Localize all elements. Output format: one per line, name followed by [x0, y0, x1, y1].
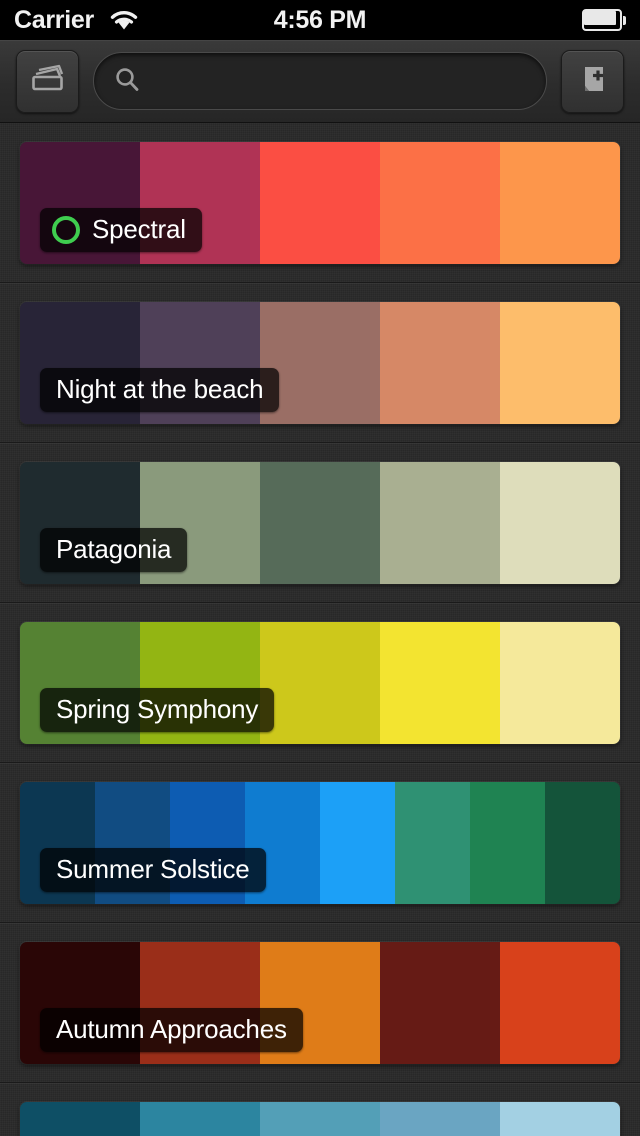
color-swatch[interactable] — [500, 941, 620, 1064]
palette-row[interactable] — [0, 1083, 640, 1136]
palette-row[interactable]: Patagonia — [0, 443, 640, 603]
color-swatch[interactable] — [380, 941, 500, 1064]
carrier-label: Carrier — [14, 5, 94, 34]
toolbar — [0, 40, 640, 123]
color-swatch[interactable] — [380, 301, 500, 424]
palette-list[interactable]: Spectral Night at the beach Patagonia Sprin… — [0, 123, 640, 1136]
color-swatch[interactable] — [380, 141, 500, 264]
color-swatch[interactable] — [545, 781, 620, 904]
palette-card[interactable]: Spring Symphony — [20, 621, 620, 744]
palette-name-badge[interactable]: Summer Solstice — [40, 847, 266, 892]
color-swatch[interactable] — [320, 781, 395, 904]
wifi-icon — [106, 7, 142, 33]
new-document-plus-icon — [576, 62, 610, 101]
palette-card[interactable]: Night at the beach — [20, 301, 620, 424]
color-swatch[interactable] — [500, 301, 620, 424]
palette-row[interactable]: Night at the beach — [0, 283, 640, 443]
card-stack-icon — [29, 63, 67, 100]
color-swatch[interactable] — [500, 1101, 620, 1136]
color-swatch[interactable] — [260, 1101, 380, 1136]
palette-name-badge[interactable]: Night at the beach — [40, 367, 280, 412]
palette-name-badge[interactable]: Spring Symphony — [40, 687, 275, 732]
color-swatch[interactable] — [395, 781, 470, 904]
color-swatch[interactable] — [260, 141, 380, 264]
new-palette-button[interactable] — [561, 49, 624, 113]
palette-row[interactable]: Spring Symphony — [0, 603, 640, 763]
color-swatch[interactable] — [380, 461, 500, 584]
palette-name-badge[interactable]: Spectral — [40, 207, 202, 252]
palette-name-badge[interactable]: Patagonia — [40, 527, 188, 572]
color-swatch[interactable] — [470, 781, 545, 904]
color-swatch[interactable] — [500, 461, 620, 584]
palette-name-badge[interactable]: Autumn Approaches — [40, 1007, 303, 1052]
palette-name-label: Spectral — [92, 214, 186, 244]
palette-card[interactable] — [20, 1101, 620, 1136]
palette-card[interactable]: Patagonia — [20, 461, 620, 584]
palette-card[interactable]: Summer Solstice — [20, 781, 620, 904]
color-swatch[interactable] — [140, 1101, 260, 1136]
palette-card[interactable]: Spectral — [20, 141, 620, 264]
palette-name-label: Autumn Approaches — [56, 1014, 287, 1044]
app-root: Carrier 4:56 PM Spectral Night at the be… — [0, 0, 640, 1136]
color-swatch[interactable] — [260, 621, 380, 744]
battery-full-icon — [582, 9, 626, 31]
palette-row[interactable]: Autumn Approaches — [0, 923, 640, 1083]
palettes-library-button[interactable] — [16, 49, 79, 113]
palette-row[interactable]: Spectral — [0, 123, 640, 283]
color-swatch[interactable] — [500, 621, 620, 744]
palette-name-label: Spring Symphony — [56, 694, 259, 724]
search-icon — [114, 66, 140, 97]
color-swatch[interactable] — [20, 1101, 140, 1136]
palette-row[interactable]: Summer Solstice — [0, 763, 640, 923]
color-swatch[interactable] — [500, 141, 620, 264]
status-bar: Carrier 4:56 PM — [0, 0, 640, 40]
search-input[interactable] — [93, 52, 547, 110]
palette-name-label: Summer Solstice — [56, 854, 250, 884]
color-swatch[interactable] — [380, 1101, 500, 1136]
palette-card[interactable]: Autumn Approaches — [20, 941, 620, 1064]
palette-name-label: Night at the beach — [56, 374, 264, 404]
status-time: 4:56 PM — [273, 5, 367, 34]
color-swatch[interactable] — [380, 621, 500, 744]
palette-name-label: Patagonia — [56, 534, 172, 564]
selected-circle-icon — [52, 215, 80, 244]
color-swatch[interactable] — [260, 461, 380, 584]
